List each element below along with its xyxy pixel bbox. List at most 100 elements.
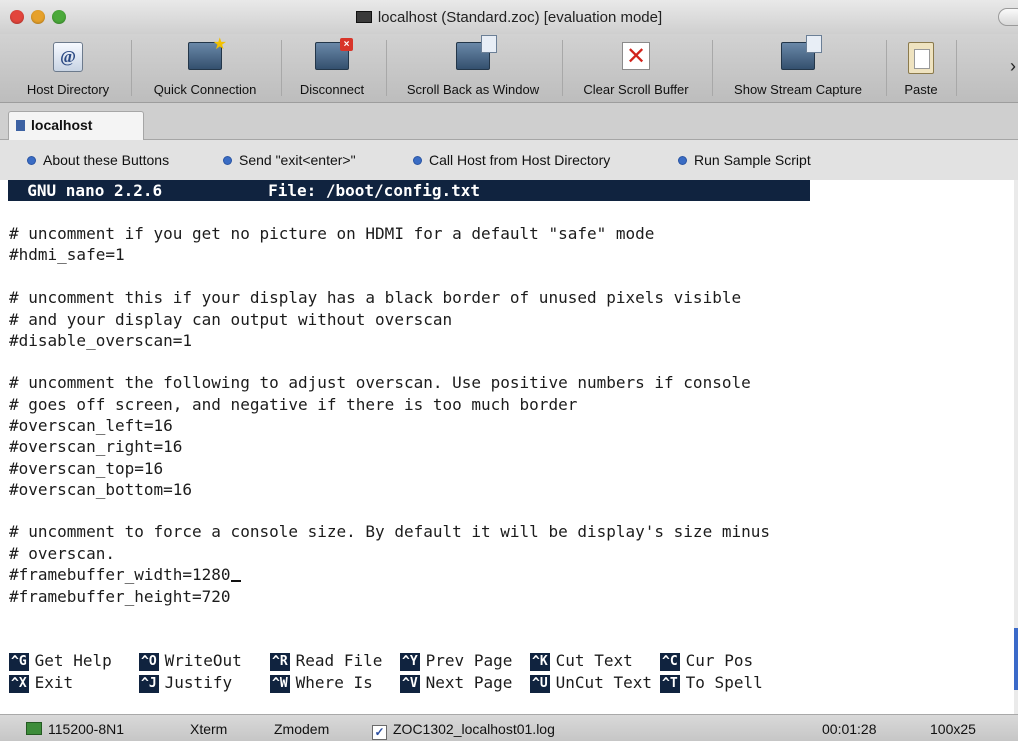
terminal-line: # goes off screen, and negative if there… [9,395,578,414]
terminal-line: # uncomment to force a console size. By … [9,522,770,541]
terminal-line: #framebuffer_width=1280 [9,565,231,584]
shortcut-key: ^C [660,653,680,671]
show-stream-capture-button[interactable]: Show Stream Capture [720,34,876,102]
shortcut-label: Cut Text [555,651,633,670]
terminal-line: #overscan_bottom=16 [9,480,193,499]
paste-label: Paste [904,82,938,97]
terminal-stack-icon [456,35,497,70]
bullet-icon [224,157,231,164]
shortcut-label: Justify [164,673,233,692]
logging-toggle[interactable]: ✓ ZOC1302_localhost01.log [372,721,555,740]
call-host-button[interactable]: Call Host from Host Directory [414,152,610,168]
nano-title-bar: GNU nano 2.2.6 File: /boot/config.txt [8,180,810,201]
scroll-back-label: Scroll Back as Window [406,82,540,97]
shortcut-key: ^G [9,653,29,671]
about-buttons-button[interactable]: About these Buttons [28,152,169,168]
session-icon [16,120,25,131]
terminal-size: 100x25 [930,721,976,737]
shortcut-label: Read File [295,651,383,670]
shortcut-key: ^W [270,675,290,693]
tab-localhost[interactable]: localhost [8,111,144,140]
quick-connection-button[interactable]: ★ Quick Connection [140,34,270,102]
window-title: localhost (Standard.zoc) [evaluation mod… [377,9,663,26]
text-cursor [230,580,241,582]
red-x-icon: ✕ [622,42,650,70]
session-tab-bar: localhost [0,103,1018,140]
shortcut-label: UnCut Text [555,673,652,692]
connection-settings[interactable]: 115200-8N1 [26,721,124,737]
host-directory-label: Host Directory [26,82,110,97]
shortcut-key: ^T [660,675,680,693]
shortcut-label: Prev Page [425,651,513,670]
title-bar: localhost (Standard.zoc) [evaluation mod… [0,0,1018,35]
shortcut-label: To Spell [685,673,763,692]
clear-scroll-buffer-label: Clear Scroll Buffer [583,82,689,97]
terminal-line: # and your display can output without ov… [9,310,453,329]
call-host-label: Call Host from Host Directory [429,152,611,168]
terminal-line: # uncomment the following to adjust over… [9,373,751,392]
shortcut-key: ^J [139,675,159,693]
send-exit-label: Send "exit<enter>" [239,152,356,168]
toolbar-separator [886,40,887,96]
shortcut-to-spell: ^T To Spell [660,673,763,693]
shortcut-label: Where Is [295,673,373,692]
paste-button[interactable]: Paste [894,34,948,102]
disconnect-button[interactable]: × Disconnect [288,34,376,102]
send-exit-button[interactable]: Send "exit<enter>" [224,152,356,168]
terminal-line: #disable_overscan=1 [9,331,193,350]
shortcut-cut-text: ^K Cut Text [530,651,633,671]
terminal-close-icon: × [315,38,353,70]
emulation-indicator[interactable]: Xterm [190,721,227,737]
window-title-container: localhost (Standard.zoc) [evaluation mod… [0,9,1018,26]
transfer-protocol-indicator[interactable]: Zmodem [274,721,329,737]
bullet-icon [28,157,35,164]
show-stream-capture-label: Show Stream Capture [734,82,862,97]
terminal-line-with-cursor: #framebuffer_width=1280 [9,565,241,585]
terminal-line: # uncomment if you get no picture on HDM… [9,224,655,243]
terminal-line: # uncomment this if your display has a b… [9,288,742,307]
shortcut-next-page: ^V Next Page [400,673,512,693]
toolbar-toggle-button[interactable] [998,8,1018,26]
toolbar: @ Host Directory ★ Quick Connection × Di… [0,34,1018,103]
terminal-scrollbar[interactable] [1014,180,1018,714]
shortcut-prev-page: ^Y Prev Page [400,651,512,671]
run-sample-script-button[interactable]: Run Sample Script [679,152,811,168]
toolbar-separator [956,40,957,96]
shortcut-label: Next Page [425,673,513,692]
quick-connection-label: Quick Connection [153,82,257,97]
host-directory-button[interactable]: @ Host Directory [12,34,124,102]
shortcut-justify: ^J Justify [139,673,232,693]
shortcut-writeout: ^O WriteOut [139,651,242,671]
elapsed-time: 00:01:28 [822,721,877,737]
scrollbar-thumb[interactable] [1014,628,1018,690]
terminal-stack-icon [781,35,822,70]
shortcut-cur-pos: ^C Cur Pos [660,651,753,671]
terminal-line: #overscan_right=16 [9,437,183,456]
shortcut-key: ^K [530,653,550,671]
shortcut-key: ^R [270,653,290,671]
shortcut-key: ^Y [400,653,420,671]
shortcut-label: Get Help [34,651,112,670]
terminal-star-icon: ★ [188,37,227,70]
at-sign-icon: @ [53,42,83,72]
shortcut-key: ^X [9,675,29,693]
bullet-icon [679,157,686,164]
shortcut-key: ^U [530,675,550,693]
status-bar: 115200-8N1 Xterm Zmodem ✓ ZOC1302_localho… [0,714,1018,741]
clear-scroll-buffer-button[interactable]: ✕ Clear Scroll Buffer [570,34,702,102]
toolbar-overflow-chevron-icon[interactable]: › [1010,56,1016,77]
toolbar-separator [131,40,132,96]
shortcut-exit: ^X Exit [9,673,73,693]
shortcut-uncut-text: ^U UnCut Text [530,673,652,693]
user-button-bar: About these Buttons Send "exit<enter>" C… [0,140,1018,180]
terminal-line: #overscan_top=16 [9,459,164,478]
run-sample-script-label: Run Sample Script [694,152,811,168]
shortcut-key: ^O [139,653,159,671]
scroll-back-button[interactable]: Scroll Back as Window [392,34,554,102]
about-buttons-label: About these Buttons [43,152,170,168]
shortcut-label: Cur Pos [685,651,754,670]
modem-icon [26,722,42,735]
toolbar-separator [281,40,282,96]
logging-checkbox[interactable]: ✓ [372,725,387,740]
shortcut-read-file: ^R Read File [270,651,382,671]
